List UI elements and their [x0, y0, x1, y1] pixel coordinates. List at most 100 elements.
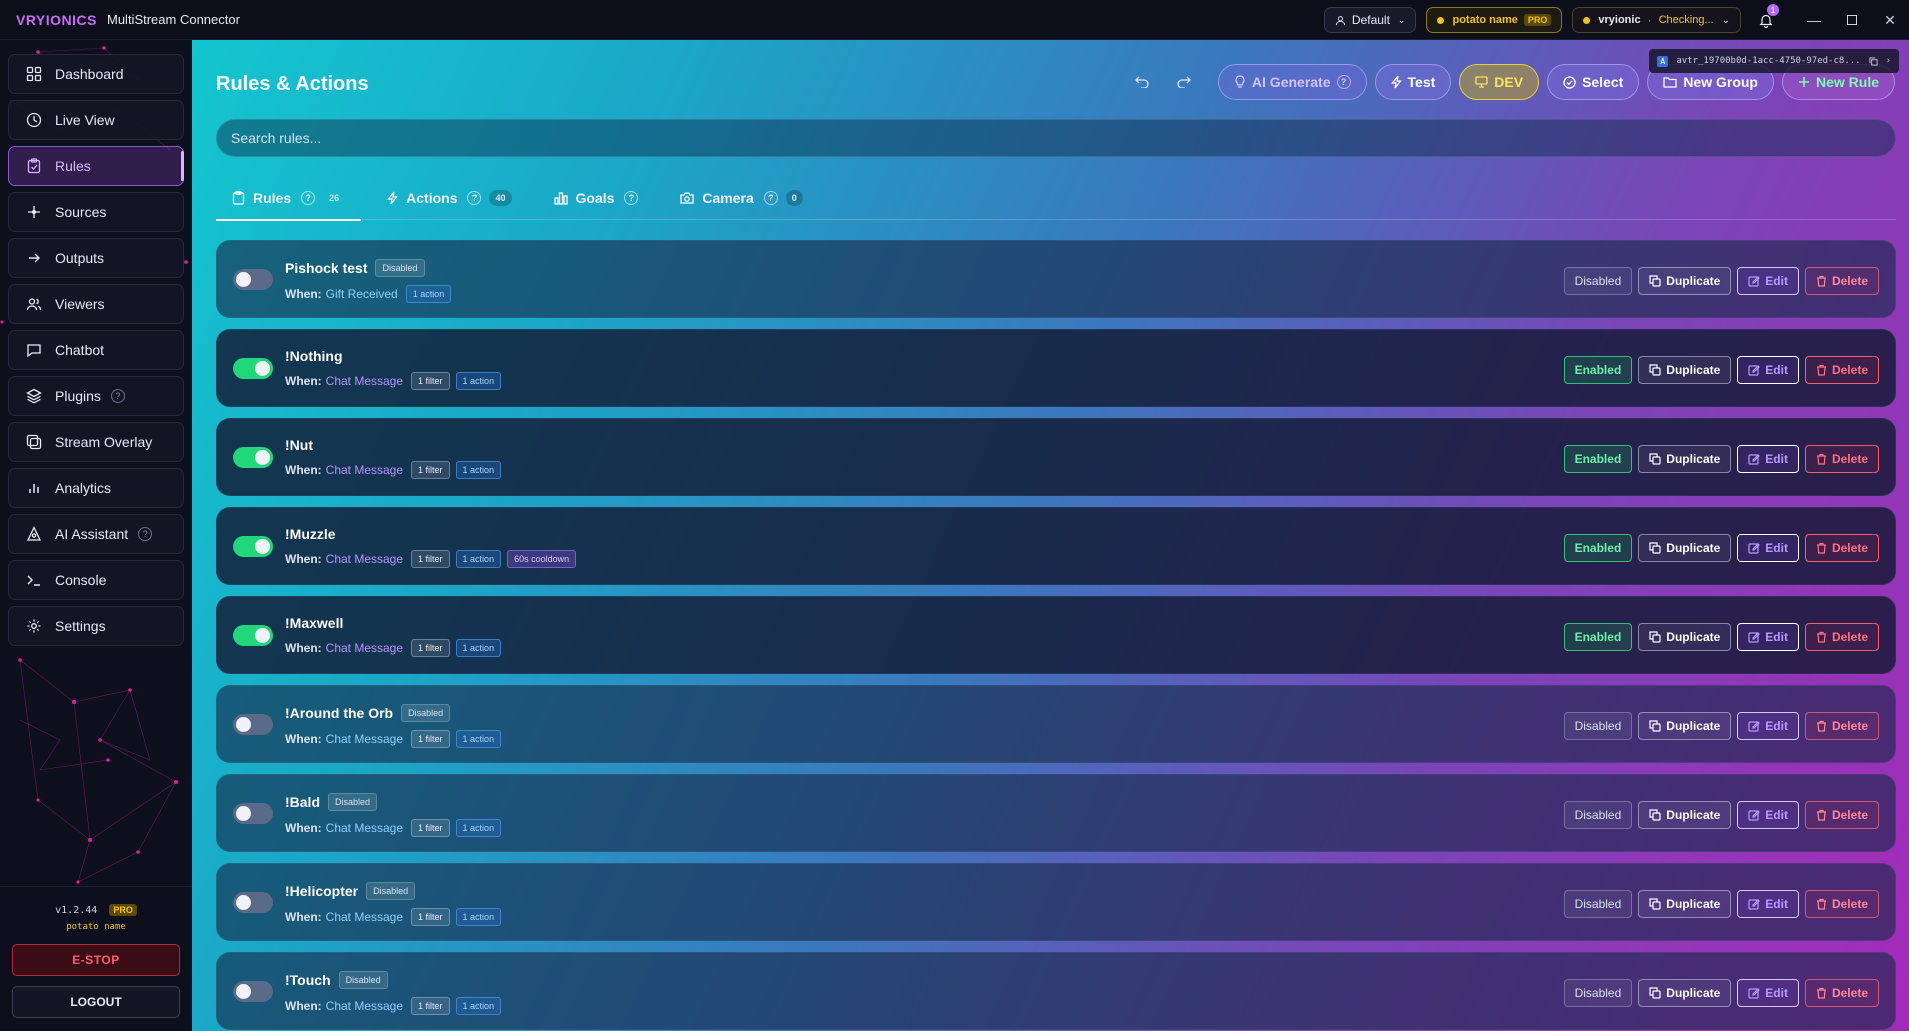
delete-button[interactable]: Delete [1804, 890, 1879, 918]
chevron-right-icon[interactable]: › [1886, 56, 1891, 66]
search-input[interactable] [216, 119, 1896, 157]
duplicate-button[interactable]: Duplicate [1638, 712, 1732, 740]
rule-state-button[interactable]: Disabled [1563, 979, 1633, 1007]
delete-button[interactable]: Delete [1804, 356, 1879, 384]
sidebar-item-rules[interactable]: Rules [8, 146, 184, 186]
rule-enabled-toggle[interactable] [233, 803, 273, 824]
delete-button[interactable]: Delete [1804, 534, 1879, 562]
sidebar-item-settings[interactable]: Settings [8, 606, 184, 646]
edit-button[interactable]: Edit [1737, 979, 1799, 1007]
rule-row[interactable]: !Muzzle When: Chat Message 1 filter 1 action… [216, 507, 1896, 585]
duplicate-button[interactable]: Duplicate [1638, 356, 1732, 384]
rule-enabled-toggle[interactable] [233, 269, 273, 290]
rule-row[interactable]: !Bald Disabled When: Chat Message 1 filter 1 … [216, 774, 1896, 852]
sidebar-item-ai-assistant[interactable]: AI Assistant ? [8, 514, 184, 554]
delete-button[interactable]: Delete [1804, 445, 1879, 473]
rule-row[interactable]: !Around the Orb Disabled When: Chat Message… [216, 685, 1896, 763]
rule-row[interactable]: Pishock test Disabled When: Gift Received 1 … [216, 240, 1896, 318]
edit-button[interactable]: Edit [1737, 623, 1799, 651]
help-icon[interactable]: ? [467, 191, 482, 205]
close-button[interactable]: ✕ [1871, 0, 1909, 40]
sidebar-item-chatbot[interactable]: Chatbot [8, 330, 184, 370]
rule-state-button[interactable]: Enabled [1563, 445, 1633, 473]
rule-enabled-toggle[interactable] [233, 625, 273, 646]
rule-state-button[interactable]: Disabled [1563, 712, 1633, 740]
edit-button[interactable]: Edit [1737, 801, 1799, 829]
duplicate-button[interactable]: Duplicate [1638, 445, 1732, 473]
edit-button[interactable]: Edit [1737, 890, 1799, 918]
edit-button[interactable]: Edit [1737, 445, 1799, 473]
copy-icon[interactable] [1869, 56, 1878, 66]
rule-enabled-toggle[interactable] [233, 358, 273, 379]
rule-row[interactable]: !Helicopter Disabled When: Chat Message 1 fi… [216, 863, 1896, 941]
rule-state-button[interactable]: Enabled [1563, 534, 1633, 562]
delete-button[interactable]: Delete [1804, 712, 1879, 740]
rule-trigger-row: When: Chat Message 1 filter 1 action [285, 908, 507, 926]
edit-icon [1748, 720, 1761, 732]
duplicate-button[interactable]: Duplicate [1638, 890, 1732, 918]
sidebar-item-sources[interactable]: Sources [8, 192, 184, 232]
notifications-button[interactable]: 1 [1751, 0, 1781, 40]
account-status-pill[interactable]: potato name PRO [1426, 7, 1563, 33]
sidebar-item-outputs[interactable]: Outputs [8, 238, 184, 278]
rule-state-button[interactable]: Disabled [1563, 267, 1633, 295]
minimize-button[interactable]: — [1795, 0, 1833, 40]
duplicate-button[interactable]: Duplicate [1638, 801, 1732, 829]
delete-button[interactable]: Delete [1804, 979, 1879, 1007]
test-button[interactable]: Test [1374, 64, 1452, 100]
tab-goals[interactable]: Goals ? [538, 176, 655, 220]
estop-button[interactable]: E-STOP [12, 944, 180, 976]
delete-button[interactable]: Delete [1804, 801, 1879, 829]
sidebar-item-live-view[interactable]: Live View [8, 100, 184, 140]
tab-camera[interactable]: Camera ? 0 [664, 176, 818, 220]
sidebar-item-plugins[interactable]: Plugins ? [8, 376, 184, 416]
sidebar-item-dashboard[interactable]: Dashboard [8, 54, 184, 94]
delete-button[interactable]: Delete [1804, 267, 1879, 295]
undo-button[interactable] [1126, 65, 1158, 99]
sidebar-item-viewers[interactable]: Viewers [8, 284, 184, 324]
help-icon[interactable]: ? [138, 527, 153, 541]
ai-generate-button[interactable]: AI Generate ? [1217, 64, 1367, 100]
edit-button[interactable]: Edit [1737, 267, 1799, 295]
sidebar-item-analytics[interactable]: Analytics [8, 468, 184, 508]
vrchat-status-pill[interactable]: vryionic · Checking... ⌄ [1572, 7, 1741, 33]
duplicate-button[interactable]: Duplicate [1638, 979, 1732, 1007]
help-icon[interactable]: ? [624, 191, 639, 205]
edit-button[interactable]: Edit [1737, 356, 1799, 384]
rule-row[interactable]: !Maxwell When: Chat Message 1 filter 1 actio… [216, 596, 1896, 674]
rule-row[interactable]: !Nut When: Chat Message 1 filter 1 action Ena… [216, 418, 1896, 496]
rule-state-button[interactable]: Disabled [1563, 801, 1633, 829]
help-icon[interactable]: ? [763, 191, 778, 205]
duplicate-button[interactable]: Duplicate [1638, 534, 1732, 562]
rule-row[interactable]: !Touch Disabled When: Chat Message 1 filter 1… [216, 952, 1896, 1030]
redo-button[interactable] [1168, 65, 1200, 99]
rule-enabled-toggle[interactable] [233, 447, 273, 468]
rule-enabled-toggle[interactable] [233, 981, 273, 1002]
sidebar-item-console[interactable]: Console [8, 560, 184, 600]
logout-button[interactable]: LOGOUT [12, 986, 180, 1018]
select-button[interactable]: Select [1547, 64, 1640, 100]
duplicate-label: Duplicate [1666, 452, 1721, 466]
edit-button[interactable]: Edit [1737, 712, 1799, 740]
avatar-id-chip[interactable]: A avtr_19700b0d-1acc-4750-97ed-c8... › [1649, 49, 1899, 73]
duplicate-button[interactable]: Duplicate [1638, 623, 1732, 651]
help-icon[interactable]: ? [1336, 75, 1351, 89]
tab-actions[interactable]: Actions ? 40 [371, 176, 527, 220]
rule-state-button[interactable]: Enabled [1563, 356, 1633, 384]
help-icon[interactable]: ? [301, 191, 316, 205]
rule-state-button[interactable]: Enabled [1563, 623, 1633, 651]
tab-rules[interactable]: Rules ? 26 [216, 176, 362, 221]
dev-button[interactable]: DEV [1459, 64, 1540, 100]
sidebar-item-stream-overlay[interactable]: Stream Overlay [8, 422, 184, 462]
edit-button[interactable]: Edit [1737, 534, 1799, 562]
rule-enabled-toggle[interactable] [233, 714, 273, 735]
rule-state-button[interactable]: Disabled [1563, 890, 1633, 918]
rule-row[interactable]: !Nothing When: Chat Message 1 filter 1 actio… [216, 329, 1896, 407]
help-icon[interactable]: ? [110, 389, 125, 403]
maximize-button[interactable] [1833, 0, 1871, 40]
delete-button[interactable]: Delete [1804, 623, 1879, 651]
rule-enabled-toggle[interactable] [233, 536, 273, 557]
duplicate-button[interactable]: Duplicate [1638, 267, 1732, 295]
rule-enabled-toggle[interactable] [233, 892, 273, 913]
profile-selector[interactable]: Default ⌄ [1323, 7, 1417, 33]
